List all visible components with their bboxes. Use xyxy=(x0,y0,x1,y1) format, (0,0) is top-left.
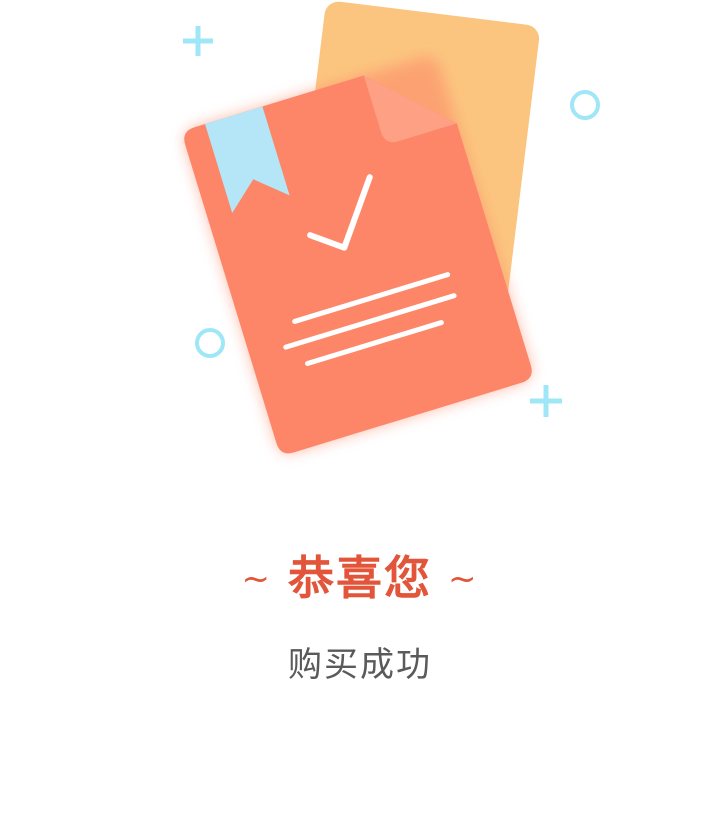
plus-decoration-icon xyxy=(530,385,562,417)
circle-decoration-icon xyxy=(570,90,600,120)
purchase-success-text: 购买成功 xyxy=(288,645,432,685)
title-tilde-left: ~ xyxy=(241,559,272,599)
title-text: 恭喜您 xyxy=(288,551,432,605)
title-tilde-right: ~ xyxy=(448,559,479,599)
purchase-success-illustration xyxy=(183,1,600,454)
congratulations-title: ~ 恭喜您 ~ xyxy=(0,548,720,613)
circle-decoration-icon xyxy=(195,328,225,358)
plus-decoration-icon xyxy=(183,26,213,56)
